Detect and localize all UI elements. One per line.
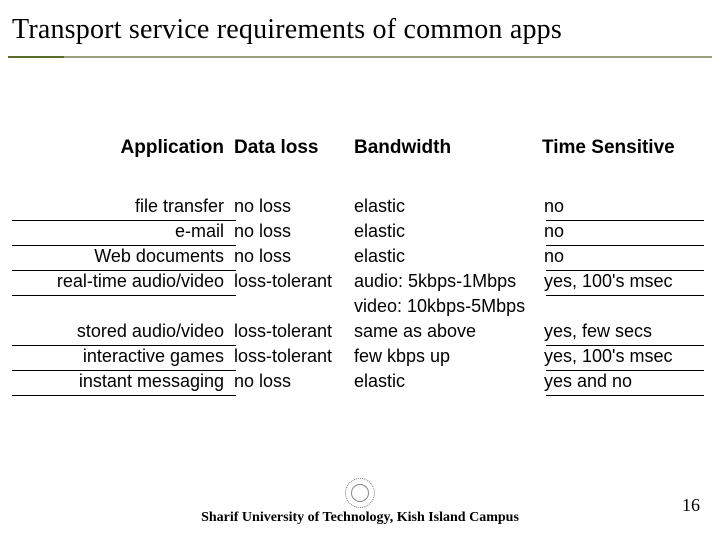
cell-application: instant messaging — [10, 369, 234, 394]
cell-data-loss: no loss — [234, 244, 354, 269]
cell-application: Web documents — [10, 244, 234, 269]
cell-data-loss: no loss — [234, 369, 354, 394]
cell-application: stored audio/video — [10, 319, 234, 344]
footer-text: Sharif University of Technology, Kish Is… — [0, 510, 720, 526]
table-row: stored audio/video loss-tolerant same as… — [10, 319, 710, 344]
cell-data-loss: no loss — [234, 219, 354, 244]
slide-footer: Sharif University of Technology, Kish Is… — [0, 478, 720, 526]
title-underline-accent — [8, 56, 64, 58]
cell-time: no — [544, 194, 702, 219]
cell-time: no — [544, 219, 702, 244]
table-row: instant messaging no loss elastic yes an… — [10, 369, 710, 394]
cell-bandwidth: same as above — [354, 319, 544, 344]
cell-data-loss: loss-tolerant — [234, 269, 354, 294]
table-row: real-time audio/video loss-tolerant audi… — [10, 269, 710, 294]
cell-data-loss: loss-tolerant — [234, 344, 354, 369]
col-header-time-sensitive: Time Sensitive — [542, 135, 700, 160]
table-row: video: 10kbps-5Mbps — [10, 294, 710, 319]
cell-bandwidth: elastic — [354, 369, 544, 394]
cell-time: no — [544, 244, 702, 269]
cell-application: interactive games — [10, 344, 234, 369]
table-spacer — [10, 160, 710, 194]
cell-bandwidth: elastic — [354, 194, 544, 219]
cell-bandwidth: elastic — [354, 219, 544, 244]
page-number: 16 — [682, 495, 700, 516]
cell-bandwidth: elastic — [354, 244, 544, 269]
cell-time: yes, 100's msec — [544, 269, 702, 294]
cell-application: e-mail — [10, 219, 234, 244]
cell-bandwidth: audio: 5kbps-1Mbps — [354, 269, 544, 294]
cell-data-loss: loss-tolerant — [234, 319, 354, 344]
cell-data-loss: no loss — [234, 194, 354, 219]
table-row: file transfer no loss elastic no — [10, 194, 710, 219]
cell-time: yes and no — [544, 369, 702, 394]
cell-bandwidth: video: 10kbps-5Mbps — [354, 294, 544, 319]
col-header-bandwidth: Bandwidth — [354, 135, 544, 160]
cell-application: file transfer — [10, 194, 234, 219]
university-logo-icon — [345, 478, 375, 508]
col-header-application: Application — [10, 135, 234, 160]
table-row: e-mail no loss elastic no — [10, 219, 710, 244]
cell-application: real-time audio/video — [10, 269, 234, 294]
col-header-data-loss: Data loss — [234, 135, 354, 160]
table-row: Web documents no loss elastic no — [10, 244, 710, 269]
cell-time: yes, few secs — [544, 319, 702, 344]
slide-title: Transport service requirements of common… — [12, 14, 562, 46]
table-header-row: Application Data loss Bandwidth Time Sen… — [10, 135, 710, 160]
cell-time: yes, 100's msec — [544, 344, 702, 369]
title-underline — [8, 56, 712, 58]
requirements-table: Application Data loss Bandwidth Time Sen… — [10, 135, 710, 394]
cell-bandwidth: few kbps up — [354, 344, 544, 369]
table-row: interactive games loss-tolerant few kbps… — [10, 344, 710, 369]
